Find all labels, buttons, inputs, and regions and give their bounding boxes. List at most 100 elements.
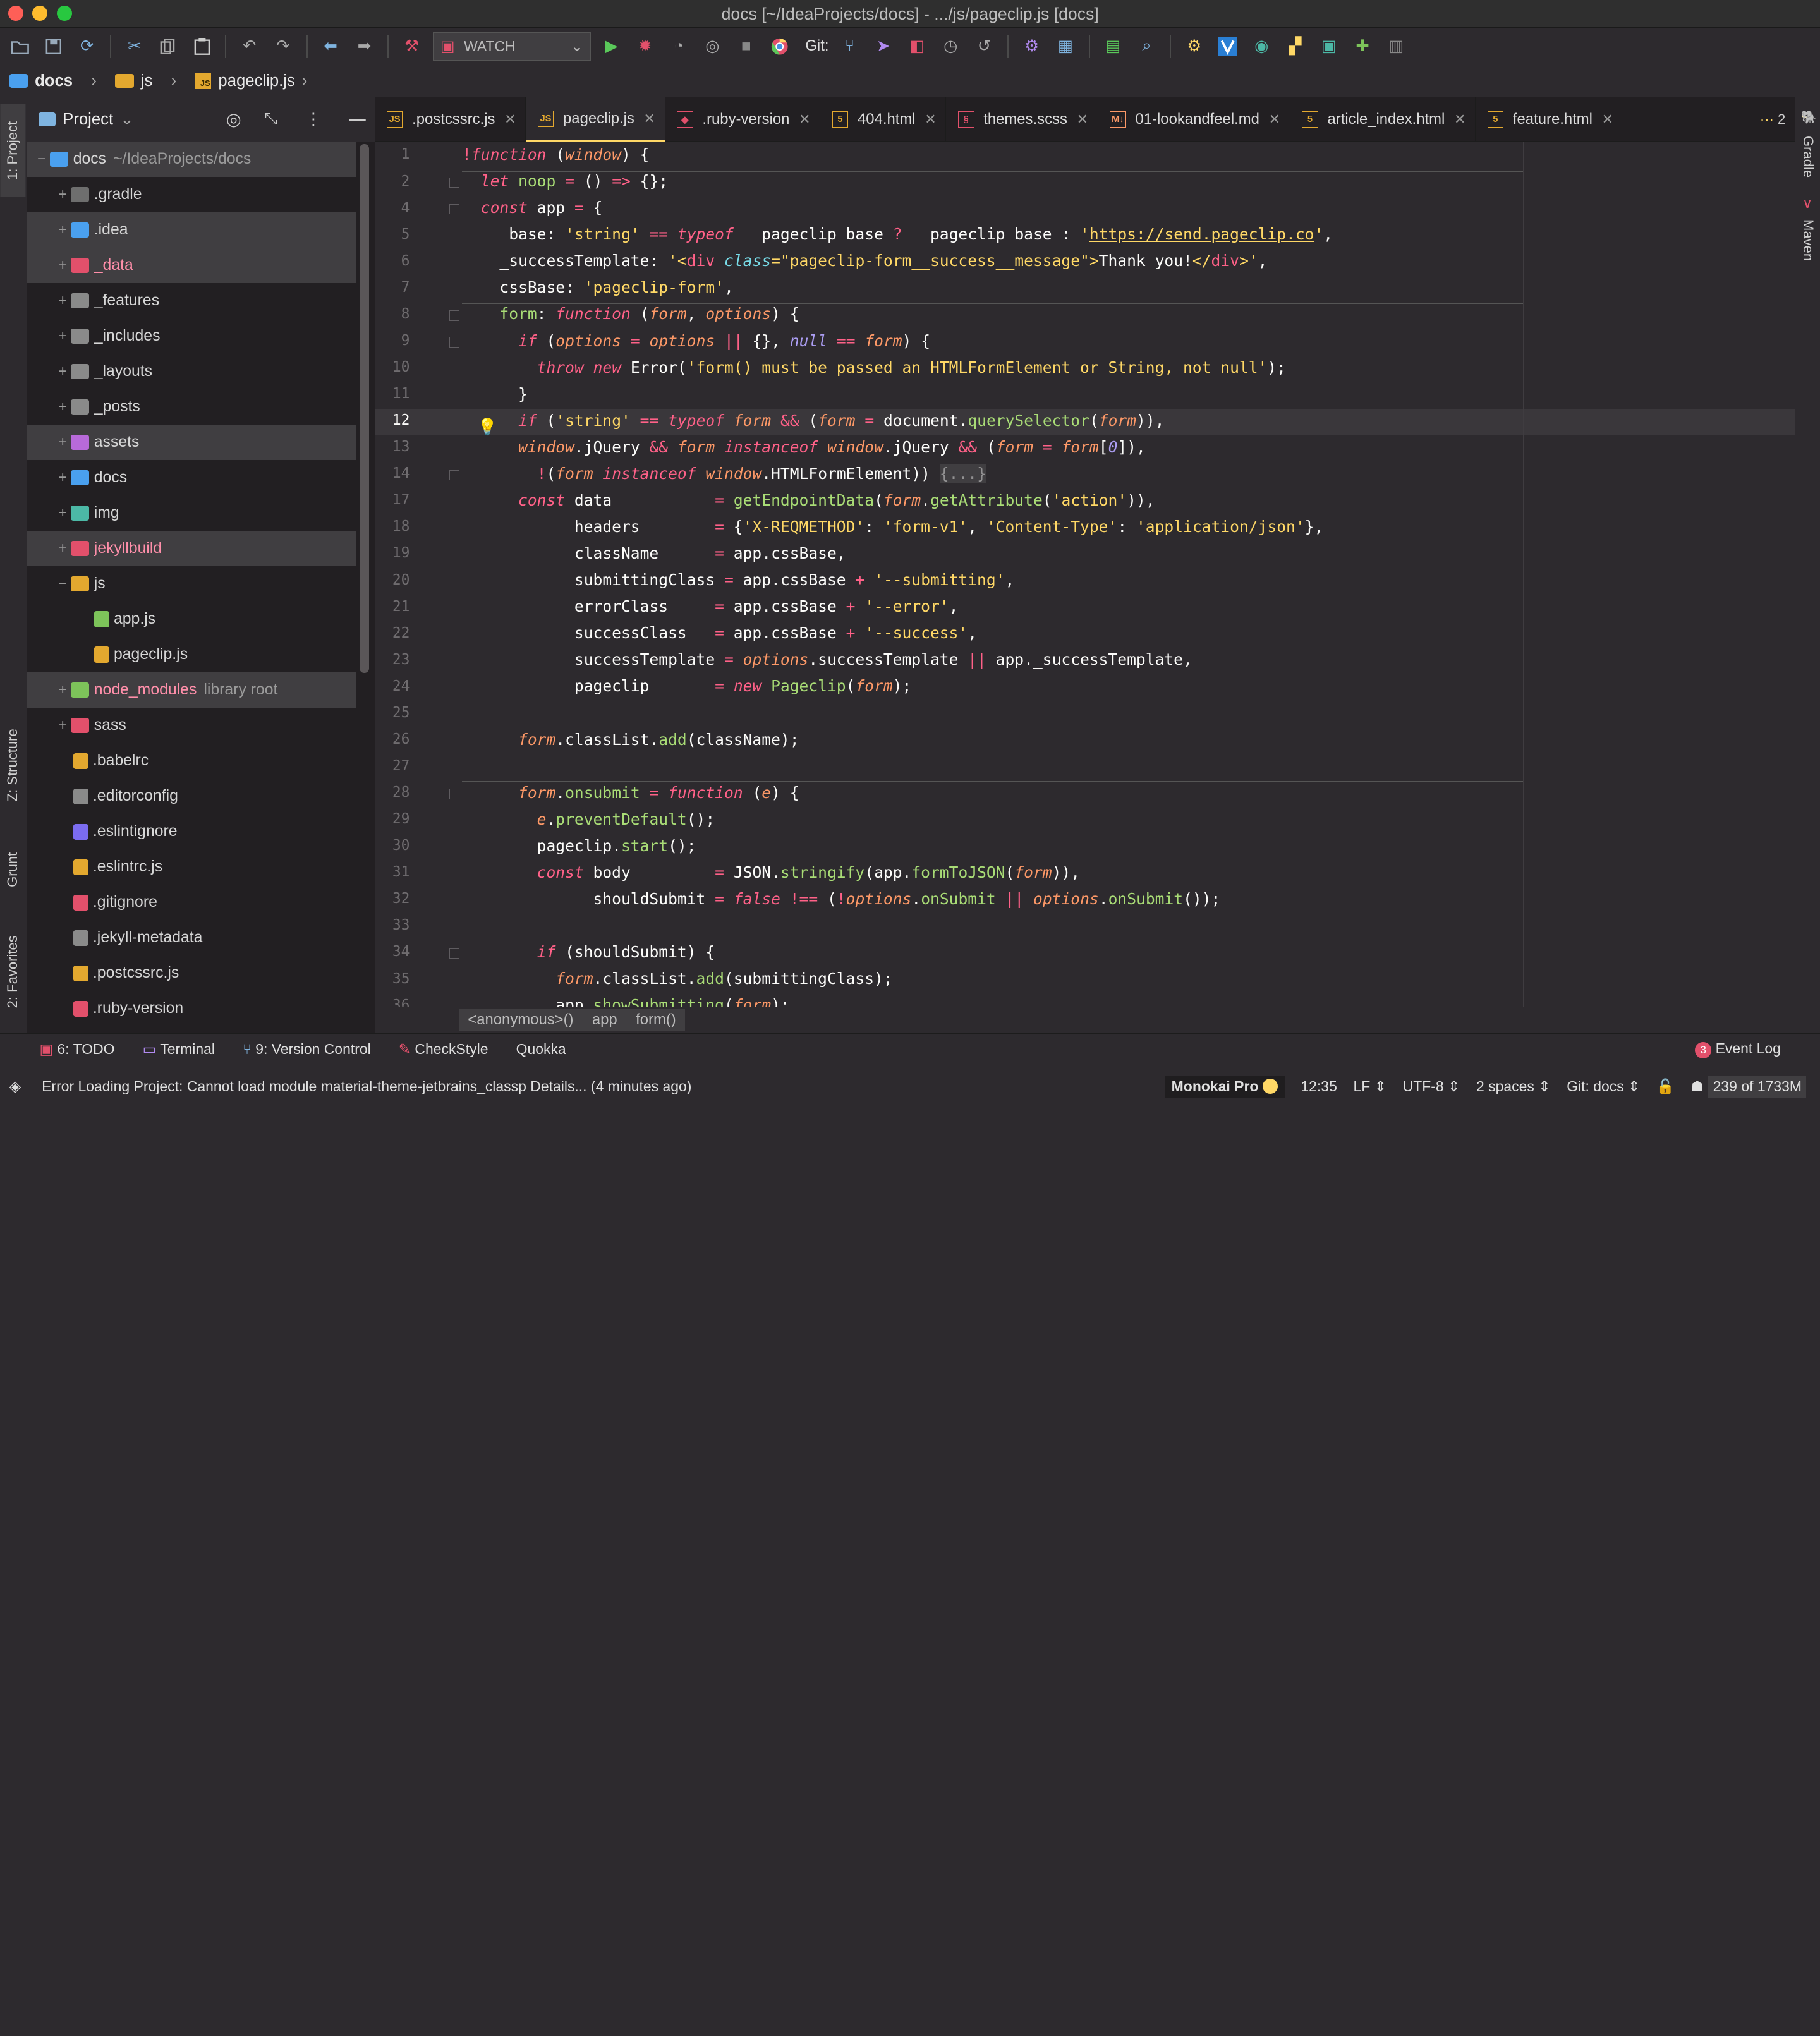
layout-icon[interactable]: ▞ xyxy=(1282,33,1307,59)
project-tool-tab[interactable]: 1: Project xyxy=(0,104,26,198)
project-tree-item[interactable]: + _posts xyxy=(27,389,356,425)
editor-tab[interactable]: JS .postcssrc.js ✕ xyxy=(375,97,526,142)
locate-target-icon[interactable]: ◎ xyxy=(226,109,241,130)
expand-icon[interactable]: + xyxy=(54,292,71,310)
project-view-select[interactable]: Project xyxy=(63,111,113,129)
save-icon[interactable] xyxy=(40,33,66,59)
status-layers-icon[interactable]: ◈ xyxy=(9,1077,21,1096)
editor-tab[interactable]: 5 feature.html ✕ xyxy=(1476,97,1623,142)
close-tab-icon[interactable]: ✕ xyxy=(1454,111,1465,128)
crumb-anonymous[interactable]: <anonymous>() xyxy=(458,1009,583,1031)
file-encoding[interactable]: UTF-8 ⇕ xyxy=(1403,1078,1460,1095)
project-tree-item[interactable]: + img xyxy=(27,495,356,531)
project-tree-item[interactable]: + sass xyxy=(27,708,356,743)
project-tree-item[interactable]: .eslintrc.js xyxy=(27,849,356,885)
expand-icon[interactable]: + xyxy=(54,186,71,203)
settings-gear-icon[interactable]: ⚙ xyxy=(1019,33,1045,59)
sync-icon[interactable]: ⟳ xyxy=(75,33,100,59)
project-tree-item[interactable]: .babelrc xyxy=(27,743,356,779)
expand-icon[interactable]: + xyxy=(54,398,71,416)
project-tree-item[interactable]: + jekyllbuild xyxy=(27,531,356,567)
project-tree-item[interactable]: + .idea xyxy=(27,212,356,248)
stop-icon[interactable]: ■ xyxy=(734,33,759,59)
forward-icon[interactable]: ➡ xyxy=(351,33,377,59)
quokka-tool-button[interactable]: Quokka xyxy=(516,1041,566,1058)
project-tree-item[interactable]: + .gradle xyxy=(27,177,356,212)
maven-tool-tab[interactable]: Maven xyxy=(1795,214,1820,267)
project-tree-item[interactable]: − docs ~/IdeaProjects/docs xyxy=(27,142,356,178)
chevron-down-icon[interactable]: ⌄ xyxy=(120,110,134,129)
profile-icon[interactable]: ◎ xyxy=(700,33,725,59)
fold-marker-icon[interactable] xyxy=(449,310,460,321)
expand-icon[interactable]: + xyxy=(54,504,71,522)
git-branch-widget[interactable]: Git: docs ⇕ xyxy=(1567,1078,1640,1095)
collapse-all-icon[interactable]: ⤡ xyxy=(265,110,278,129)
project-structure-icon[interactable]: ▦ xyxy=(1053,33,1078,59)
project-tree-item[interactable]: pageclip.js xyxy=(27,637,356,672)
project-tree-item[interactable]: .editorconfig xyxy=(27,779,356,814)
undo-icon[interactable]: ↶ xyxy=(237,33,262,59)
project-tree-item[interactable]: + assets xyxy=(27,425,356,461)
hide-panel-icon[interactable]: — xyxy=(349,111,366,129)
expand-icon[interactable]: + xyxy=(54,469,71,487)
more-options-icon[interactable]: ⋮ xyxy=(305,110,322,129)
coverage-icon[interactable]: ◔ xyxy=(666,33,691,59)
fold-marker-icon[interactable] xyxy=(449,470,460,481)
grunt-tool-tab[interactable]: Grunt xyxy=(0,840,25,899)
back-icon[interactable]: ⬅ xyxy=(318,33,343,59)
vue-icon[interactable] xyxy=(1215,33,1241,59)
project-scrollbar[interactable] xyxy=(360,143,370,674)
editor-tab[interactable]: JS pageclip.js ✕ xyxy=(526,97,665,142)
copy-icon[interactable] xyxy=(155,33,181,59)
tasks-icon[interactable]: ▥ xyxy=(1383,33,1409,59)
fold-marker-icon[interactable] xyxy=(449,177,460,188)
close-tab-icon[interactable]: ✕ xyxy=(504,111,516,128)
editor-tab[interactable]: 5 article_index.html ✕ xyxy=(1290,97,1476,142)
theme-indicator[interactable]: Monokai Pro xyxy=(1164,1076,1285,1098)
close-tab-icon[interactable]: ✕ xyxy=(925,111,936,128)
caret-position[interactable]: 12:35 xyxy=(1301,1078,1337,1095)
indent-setting[interactable]: 2 spaces ⇕ xyxy=(1476,1078,1550,1095)
git-compare-icon[interactable]: ◧ xyxy=(904,33,930,59)
terminal-icon[interactable]: ▤ xyxy=(1100,33,1125,59)
editor-tab[interactable]: M↓ 01-lookandfeel.md ✕ xyxy=(1098,97,1290,142)
nav-crumb-docs[interactable]: docs xyxy=(35,72,73,90)
favorites-tool-tab[interactable]: 2: Favorites xyxy=(0,919,25,1024)
git-history-icon[interactable]: ◷ xyxy=(938,33,963,59)
crumb-app[interactable]: app xyxy=(583,1009,627,1031)
redo-icon[interactable]: ↷ xyxy=(270,33,296,59)
project-tree-item[interactable]: .postcssrc.js xyxy=(27,955,356,991)
close-tab-icon[interactable]: ✕ xyxy=(1077,111,1088,128)
expand-icon[interactable]: + xyxy=(54,433,71,451)
fold-marker-icon[interactable] xyxy=(449,203,460,215)
expand-icon[interactable]: + xyxy=(54,257,71,274)
fold-marker-icon[interactable] xyxy=(449,789,460,799)
git-revert-icon[interactable]: ↺ xyxy=(971,33,997,59)
project-tree-item[interactable]: .gitignore xyxy=(27,885,356,920)
build-hammer-icon[interactable]: ⚒ xyxy=(399,33,425,59)
vcs-tool-button[interactable]: ⑂ 9: Version Control xyxy=(243,1041,371,1058)
close-tab-icon[interactable]: ✕ xyxy=(644,111,655,127)
project-tree-item[interactable]: + node_modules library root xyxy=(27,672,356,708)
project-tree-item[interactable]: + _features xyxy=(27,283,356,318)
project-tree-item[interactable]: + _data xyxy=(27,248,356,284)
plugins-icon[interactable]: ✚ xyxy=(1350,33,1375,59)
project-tree-item[interactable]: app.js xyxy=(27,602,356,637)
project-tree-item[interactable]: .jekyll-metadata xyxy=(27,920,356,955)
debug-icon[interactable]: ✹ xyxy=(633,33,658,59)
gradle-tool-tab[interactable]: Gradle xyxy=(1795,128,1820,186)
expand-icon[interactable]: + xyxy=(54,717,71,734)
nav-crumb-file[interactable]: pageclip.js xyxy=(218,72,294,90)
project-tree-item[interactable]: .ruby-version xyxy=(27,991,356,1026)
nav-crumb-js[interactable]: js xyxy=(141,72,153,90)
chrome-icon[interactable] xyxy=(767,33,792,59)
close-window-button[interactable] xyxy=(8,6,23,21)
lock-icon[interactable]: 🔓 xyxy=(1656,1078,1675,1095)
close-tab-icon[interactable]: ✕ xyxy=(799,111,810,128)
paste-icon[interactable] xyxy=(189,33,214,59)
crumb-form[interactable]: form() xyxy=(626,1009,686,1031)
memory-indicator[interactable]: 239 of 1733M xyxy=(1708,1076,1807,1098)
expand-icon[interactable]: + xyxy=(54,221,71,239)
run-icon[interactable]: ▶ xyxy=(599,33,624,59)
event-log-button[interactable]: 3 Event Log xyxy=(1695,1040,1781,1058)
